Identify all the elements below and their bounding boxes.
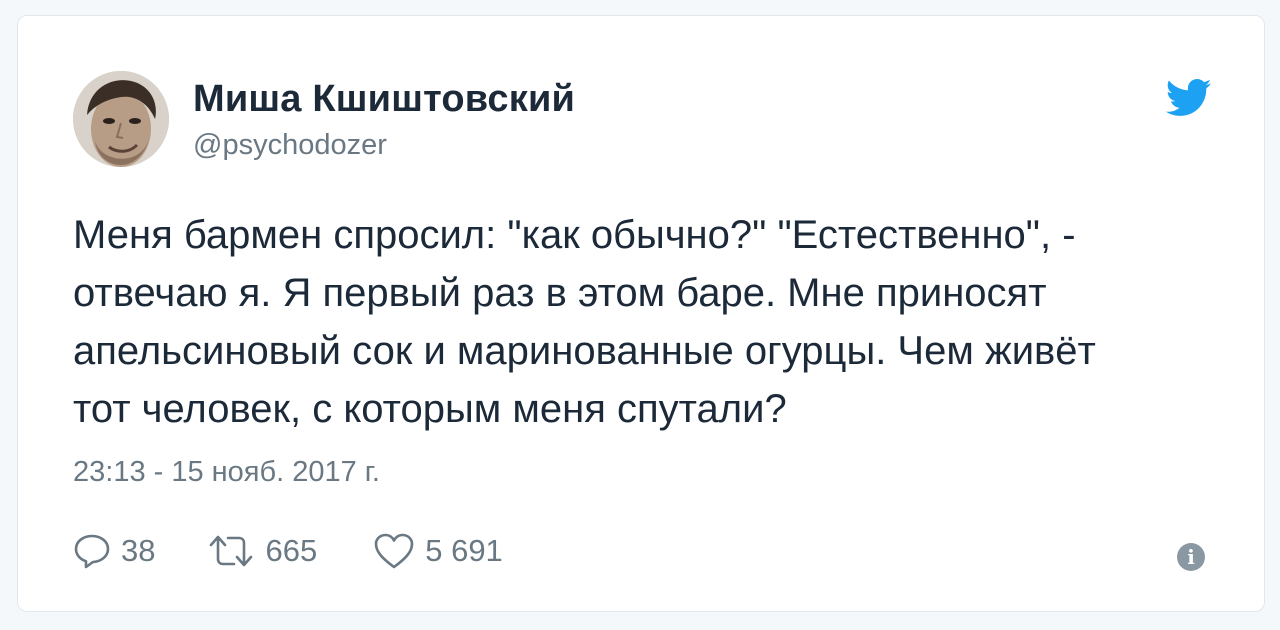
user-avatar-photo bbox=[73, 71, 169, 167]
retweet-count: 665 bbox=[265, 533, 318, 568]
tweet-text-line: отвечаю я. Я первый раз в этом баре. Мне… bbox=[73, 271, 1047, 315]
tweet-text-line: апельсиновый сок и маринованные огурцы. … bbox=[73, 329, 1096, 373]
tweet-timestamp[interactable]: 23:13 - 15 нояб. 2017 г. bbox=[73, 456, 380, 489]
retweet-icon bbox=[207, 533, 255, 569]
avatar[interactable] bbox=[73, 71, 169, 167]
tweet-text-line: тот человек, с которым меня спутали? bbox=[73, 387, 787, 431]
reply-icon bbox=[73, 532, 111, 570]
author-name[interactable]: Миша Кшиштовский bbox=[193, 78, 575, 121]
author-handle[interactable]: @psychodozer bbox=[193, 129, 387, 162]
reply-button[interactable]: 38 bbox=[73, 532, 155, 570]
tweet-text: Меня бармен спросил: "как обычно?" "Есте… bbox=[73, 206, 1193, 438]
twitter-bird-icon[interactable] bbox=[1165, 78, 1212, 118]
reply-count: 38 bbox=[121, 533, 156, 568]
heart-icon bbox=[373, 532, 415, 570]
action-bar: 38 665 5 691 bbox=[73, 529, 503, 573]
retweet-button[interactable]: 665 bbox=[207, 533, 317, 569]
like-button[interactable]: 5 691 bbox=[373, 532, 503, 570]
info-icon[interactable]: i bbox=[1177, 543, 1205, 571]
tweet-card: Миша Кшиштовский @psychodozer Меня барме… bbox=[17, 15, 1265, 612]
tweet-text-line: Меня бармен спросил: "как обычно?" "Есте… bbox=[73, 213, 1076, 257]
like-count: 5 691 bbox=[425, 533, 503, 568]
